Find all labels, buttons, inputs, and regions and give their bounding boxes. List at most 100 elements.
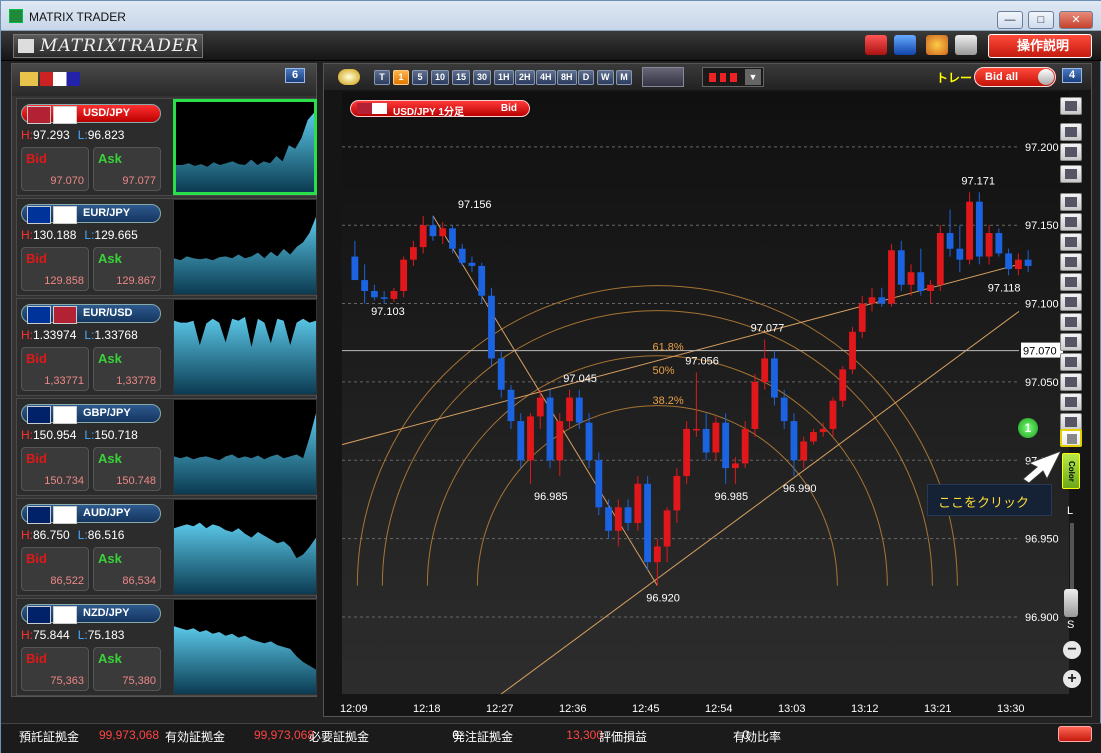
horizontal-line-icon[interactable]	[1060, 273, 1082, 291]
cursor-icon[interactable]	[1060, 213, 1082, 231]
ask-price-main: 129.86	[116, 275, 150, 287]
bid-price-button[interactable]: Bid 75,363	[21, 647, 89, 691]
flags-icon[interactable]	[40, 72, 80, 86]
click-here-tooltip: ここをクリック	[927, 484, 1052, 516]
pair-name: GBP/JPY	[83, 407, 131, 419]
cursor-icon-glyph	[1065, 217, 1077, 227]
sparkline-chart[interactable]	[173, 299, 317, 395]
trash-icon[interactable]	[1060, 429, 1082, 447]
bid-label: Bid	[26, 551, 47, 566]
currency-pair-row[interactable]: EUR/USD H:1.33974 L:1.33768 Bid 1,33771 Ask 1,…	[16, 298, 317, 396]
close-button[interactable]: ✕	[1059, 11, 1093, 29]
save-icon[interactable]	[894, 35, 916, 55]
sparkline-chart[interactable]	[173, 399, 317, 495]
ask-price-button[interactable]: Ask 86,534	[93, 547, 161, 591]
sparkline-svg	[174, 626, 316, 694]
info-icon[interactable]	[1060, 97, 1082, 115]
ask-price-main: 75,38	[122, 675, 150, 687]
zoom-slider-thumb[interactable]	[1064, 589, 1078, 617]
sparkline-chart[interactable]	[173, 499, 317, 595]
currency-pair-row[interactable]: USD/JPY H:97.293 L:96.823 Bid 97.070 Ask 97.07…	[16, 98, 317, 196]
sparkline-chart[interactable]	[173, 199, 317, 295]
candlestick-chart[interactable]: 97.20097.15097.10097.05097.096.95096.900…	[324, 64, 1093, 718]
currency-pair-row[interactable]: AUD/JPY H:86.750 L:86.516 Bid 86,522 Ask 86,53…	[16, 498, 317, 596]
pitchfork-icon[interactable]	[1060, 393, 1082, 411]
footer-label: 預託証拠金	[19, 730, 80, 744]
folder-icon[interactable]	[20, 72, 38, 86]
help-button[interactable]: 操作説明	[988, 34, 1092, 58]
bid-price-button[interactable]: Bid 129.858	[21, 247, 89, 291]
footer-label: 有効比率	[733, 730, 782, 744]
trendline-icon[interactable]	[1060, 253, 1082, 271]
vertical-line-icon[interactable]	[1060, 293, 1082, 311]
color-chart-icon[interactable]	[1060, 193, 1082, 211]
sparkline-area	[174, 216, 316, 294]
crosshair-icon[interactable]	[1060, 233, 1082, 251]
palette-icon[interactable]	[926, 35, 948, 55]
candle-body	[917, 272, 925, 292]
logo-icon	[18, 39, 34, 53]
sparkline-chart[interactable]	[173, 99, 317, 195]
fib-fan-icon[interactable]	[1060, 313, 1082, 331]
currency-pair-row[interactable]: NZD/JPY H:75.844 L:75.183 Bid 75,363 Ask 75,38…	[16, 598, 317, 696]
footer-expand-button[interactable]	[1058, 726, 1092, 742]
w-icon[interactable]	[1060, 123, 1082, 141]
bid-price-button[interactable]: Bid 97.070	[21, 147, 89, 191]
pair-name: EUR/USD	[83, 307, 133, 319]
candle-body	[946, 233, 954, 249]
high-low: H:75.844 L:75.183	[21, 628, 124, 642]
sparkline-chart[interactable]	[173, 599, 317, 695]
candle-body	[449, 228, 456, 249]
candle-body	[936, 233, 944, 285]
bid-price-button[interactable]: Bid 150.734	[21, 447, 89, 491]
price-annotation: 96.985	[534, 491, 568, 503]
ask-price-button[interactable]: Ask 150.748	[93, 447, 161, 491]
logo-text: MATRIXTRADER	[40, 36, 199, 56]
vertical-line-icon-glyph	[1065, 297, 1077, 307]
candle-body	[985, 233, 993, 257]
high-low: H:1.33974 L:1.33768	[21, 328, 138, 342]
pair-name: USD/JPY	[83, 107, 131, 119]
ask-price-button[interactable]: Ask 97.077	[93, 147, 161, 191]
x-tick-label: 12:36	[559, 703, 587, 715]
ask-price-button[interactable]: Ask 129.867	[93, 247, 161, 291]
footer-value: 99,973,068	[98, 728, 159, 742]
ask-label: Ask	[98, 251, 122, 266]
bell-icon[interactable]	[1060, 165, 1082, 183]
x-tick-label: 13:21	[924, 703, 952, 715]
bid-price-button[interactable]: Bid 1,33771	[21, 347, 89, 391]
currency-pair-row[interactable]: GBP/JPY H:150.954 L:150.718 Bid 150.734 Ask 15…	[16, 398, 317, 496]
step-marker-badge: 1	[1018, 418, 1038, 438]
y-tick-label: 97.050	[1025, 377, 1059, 389]
ask-price-button[interactable]: Ask 1,33778	[93, 347, 161, 391]
zoom-out-button[interactable]: −	[1063, 641, 1081, 659]
bid-price-button[interactable]: Bid 86,522	[21, 547, 89, 591]
x-tick-label: 12:54	[705, 703, 733, 715]
channel-icon[interactable]	[1060, 333, 1082, 351]
low-value: 86.516	[87, 528, 125, 542]
y-tick-label: 97.150	[1025, 220, 1059, 232]
low-prefix: L:	[84, 428, 95, 442]
fib-level-label: 61.8%	[652, 342, 683, 354]
candle-body	[780, 397, 788, 422]
sparkline-svg	[174, 216, 316, 294]
sparkline-area	[174, 626, 316, 694]
fib-retracement-icon[interactable]	[1060, 353, 1082, 371]
bid-label: Bid	[26, 651, 47, 666]
low-prefix: L:	[77, 628, 88, 642]
zoom-in-button[interactable]: +	[1063, 670, 1081, 688]
minimize-button[interactable]: —	[997, 11, 1023, 29]
maximize-button[interactable]: □	[1028, 11, 1054, 29]
chart-flag-icon[interactable]	[1060, 143, 1082, 161]
print-icon[interactable]	[955, 35, 977, 55]
gann-fan-icon[interactable]	[1060, 373, 1082, 391]
sparkline-svg	[174, 522, 316, 594]
ask-price-button[interactable]: Ask 75,380	[93, 647, 161, 691]
sparkline-svg	[174, 413, 316, 494]
pair-name: NZD/JPY	[83, 607, 130, 619]
toolbox-icon[interactable]	[865, 35, 887, 55]
footer-value: 13,300	[566, 728, 603, 742]
currency-pair-row[interactable]: EUR/JPY H:130.188 L:129.665 Bid 129.858 Ask 12…	[16, 198, 317, 296]
color-tool-button[interactable]: Color	[1062, 453, 1080, 489]
low-prefix: L:	[84, 328, 95, 342]
